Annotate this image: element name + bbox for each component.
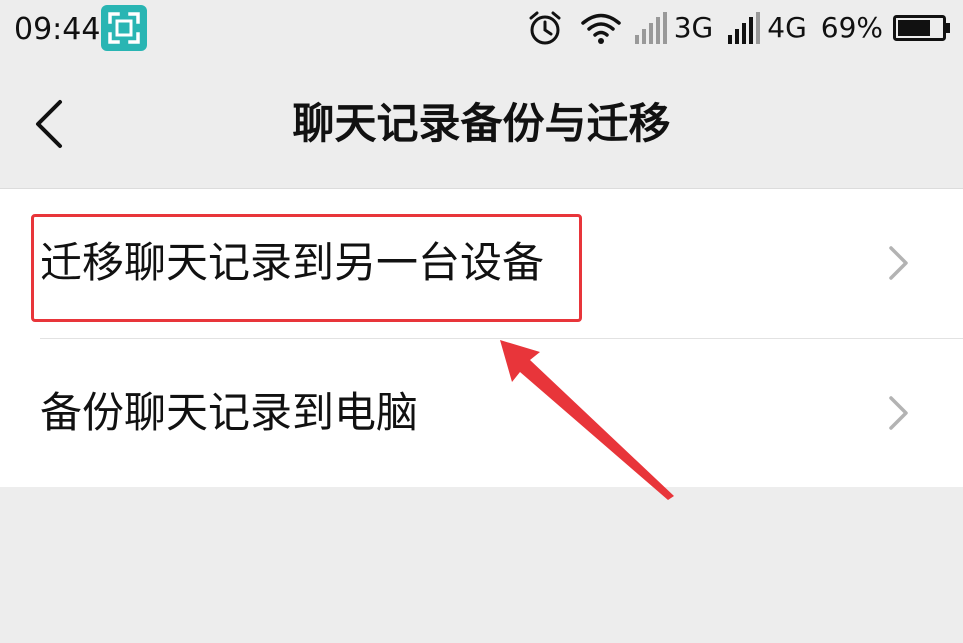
annotation-arrow: [500, 340, 674, 500]
screen: 09:44 3G 4G 69% 聊天记录备份与迁移 迁移聊天记录到另一台设备 备…: [0, 0, 963, 643]
